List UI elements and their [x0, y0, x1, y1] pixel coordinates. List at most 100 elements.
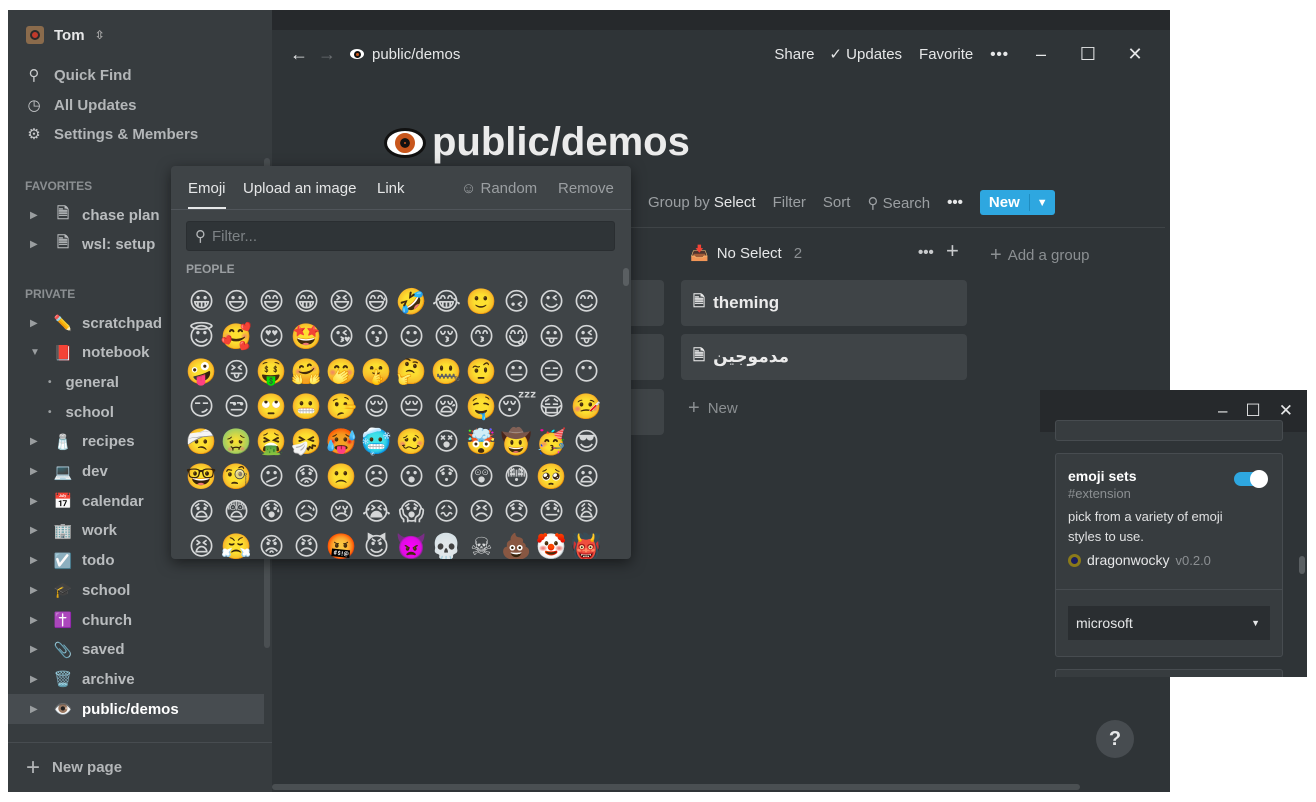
emoji-option[interactable]: 🥰: [219, 319, 254, 354]
emoji-option[interactable]: 😌: [359, 389, 394, 424]
triangle-right-icon[interactable]: ▶: [30, 674, 42, 685]
group-more-icon[interactable]: •••: [918, 244, 934, 261]
emoji-option[interactable]: 😧: [184, 494, 219, 529]
tab-upload-image[interactable]: Upload an image: [243, 180, 356, 197]
nav-all-updates[interactable]: ◷ All Updates: [26, 96, 136, 115]
breadcrumb[interactable]: public/demos: [350, 46, 460, 63]
more-icon[interactable]: •••: [947, 194, 963, 211]
minimize-icon[interactable]: –: [1026, 44, 1056, 65]
triangle-right-icon[interactable]: ▶: [30, 555, 42, 566]
sidebar-item[interactable]: ▶ ✝️ church: [8, 605, 264, 635]
share-button[interactable]: Share: [774, 46, 814, 63]
emoji-option[interactable]: ☺: [394, 319, 429, 354]
emoji-option[interactable]: 😞: [499, 494, 534, 529]
emoji-option[interactable]: 🥳: [534, 424, 569, 459]
emoji-option[interactable]: 😛: [534, 319, 569, 354]
emoji-option[interactable]: 👿: [394, 529, 429, 560]
emoji-option[interactable]: 😔: [394, 389, 429, 424]
triangle-right-icon[interactable]: ▶: [30, 210, 42, 221]
emoji-option[interactable]: 🤬: [324, 529, 359, 560]
emoji-option[interactable]: 🤓: [184, 459, 219, 494]
triangle-right-icon[interactable]: ▶: [30, 318, 42, 329]
emoji-option[interactable]: 😜: [569, 319, 604, 354]
emoji-option[interactable]: 🤠: [499, 424, 534, 459]
emoji-option[interactable]: 😃: [219, 284, 254, 319]
emoji-option[interactable]: 🙃: [499, 284, 534, 319]
emoji-option[interactable]: 🥺: [534, 459, 569, 494]
emoji-option[interactable]: 😰: [254, 494, 289, 529]
new-button[interactable]: New ▼: [979, 190, 1055, 215]
add-group-button[interactable]: + Add a group: [990, 244, 1089, 267]
emoji-option[interactable]: 😩: [569, 494, 604, 529]
emoji-option[interactable]: 😎: [569, 424, 604, 459]
emoji-option[interactable]: 🤗: [289, 354, 324, 389]
emoji-option[interactable]: 😶: [569, 354, 604, 389]
triangle-right-icon[interactable]: ▶: [30, 704, 42, 715]
new-card-button[interactable]: + New: [688, 397, 738, 420]
search-button[interactable]: ⚲ Search: [867, 194, 930, 212]
emoji-option[interactable]: 😂: [429, 284, 464, 319]
emoji-option[interactable]: 🤭: [324, 354, 359, 389]
emoji-option[interactable]: 🙁: [324, 459, 359, 494]
emoji-option[interactable]: 😍: [254, 319, 289, 354]
emoji-option[interactable]: 😊: [569, 284, 604, 319]
emoji-option[interactable]: 😯: [429, 459, 464, 494]
emoji-option[interactable]: 😚: [429, 319, 464, 354]
emoji-option[interactable]: 💩: [499, 529, 534, 560]
emoji-option[interactable]: 😗: [359, 319, 394, 354]
maximize-icon[interactable]: ☐: [1073, 44, 1103, 65]
emoji-option[interactable]: 😥: [289, 494, 324, 529]
emoji-option[interactable]: 🥴: [394, 424, 429, 459]
emoji-option[interactable]: 🤕: [184, 424, 219, 459]
emoji-option[interactable]: 😇: [184, 319, 219, 354]
emoji-option[interactable]: 😢: [324, 494, 359, 529]
emoji-option[interactable]: 💀: [429, 529, 464, 560]
emoji-option[interactable]: 🙄: [254, 389, 289, 424]
forward-arrow-icon[interactable]: →: [318, 44, 336, 65]
triangle-right-icon[interactable]: ▶: [30, 525, 42, 536]
emoji-option[interactable]: 😲: [464, 459, 499, 494]
triangle-right-icon[interactable]: ▶: [30, 615, 42, 626]
triangle-right-icon[interactable]: ▶: [30, 644, 42, 655]
emoji-option[interactable]: 🤫: [359, 354, 394, 389]
tab-link[interactable]: Link: [377, 180, 405, 197]
emoji-option[interactable]: 😦: [569, 459, 604, 494]
workspace-switcher[interactable]: Tom ⇳: [26, 26, 105, 44]
emoji-option[interactable]: 🤣: [394, 284, 429, 319]
new-page-button[interactable]: + New page: [8, 742, 272, 792]
favorite-button[interactable]: Favorite: [919, 46, 973, 63]
emoji-option[interactable]: 😳: [499, 459, 534, 494]
horizontal-scrollbar[interactable]: [272, 784, 1080, 790]
emoji-option[interactable]: 🤒: [569, 389, 604, 424]
help-button[interactable]: ?: [1096, 720, 1134, 758]
triangle-right-icon[interactable]: ▶: [30, 496, 42, 507]
maximize-icon[interactable]: ☐: [1246, 401, 1261, 421]
filter-button[interactable]: Filter: [773, 194, 806, 211]
emoji-option[interactable]: 🥵: [324, 424, 359, 459]
triangle-right-icon[interactable]: ▶: [30, 466, 42, 477]
emoji-set-select[interactable]: microsoft ▼: [1068, 606, 1270, 640]
sort-button[interactable]: Sort: [823, 194, 851, 211]
nav-settings[interactable]: ⚙ Settings & Members: [26, 125, 198, 144]
minimize-icon[interactable]: –: [1218, 401, 1227, 421]
chevron-down-icon[interactable]: ▼: [1030, 197, 1055, 209]
emoji-option[interactable]: 🤐: [429, 354, 464, 389]
emoji-option[interactable]: 😁: [289, 284, 324, 319]
emoji-option[interactable]: 😠: [289, 529, 324, 559]
extension-toggle[interactable]: [1234, 470, 1268, 488]
board-card[interactable]: 🗎 مدموجين: [681, 334, 967, 380]
emoji-option[interactable]: 😒: [219, 389, 254, 424]
triangle-right-icon[interactable]: ▶: [30, 436, 42, 447]
emoji-option[interactable]: 😉: [534, 284, 569, 319]
emoji-option[interactable]: 😟: [289, 459, 324, 494]
extension-author[interactable]: dragonwocky: [1087, 552, 1170, 568]
emoji-option[interactable]: 🤯: [464, 424, 499, 459]
emoji-option[interactable]: 😋: [499, 319, 534, 354]
emoji-option[interactable]: 😵: [429, 424, 464, 459]
emoji-option[interactable]: 🤑: [254, 354, 289, 389]
sidebar-item[interactable]: ▶ 🎓 school: [8, 575, 264, 605]
emoji-option[interactable]: 😣: [464, 494, 499, 529]
emoji-option[interactable]: 😅: [359, 284, 394, 319]
emoji-option[interactable]: 😏: [184, 389, 219, 424]
updates-button[interactable]: ✓ Updates: [829, 45, 902, 63]
